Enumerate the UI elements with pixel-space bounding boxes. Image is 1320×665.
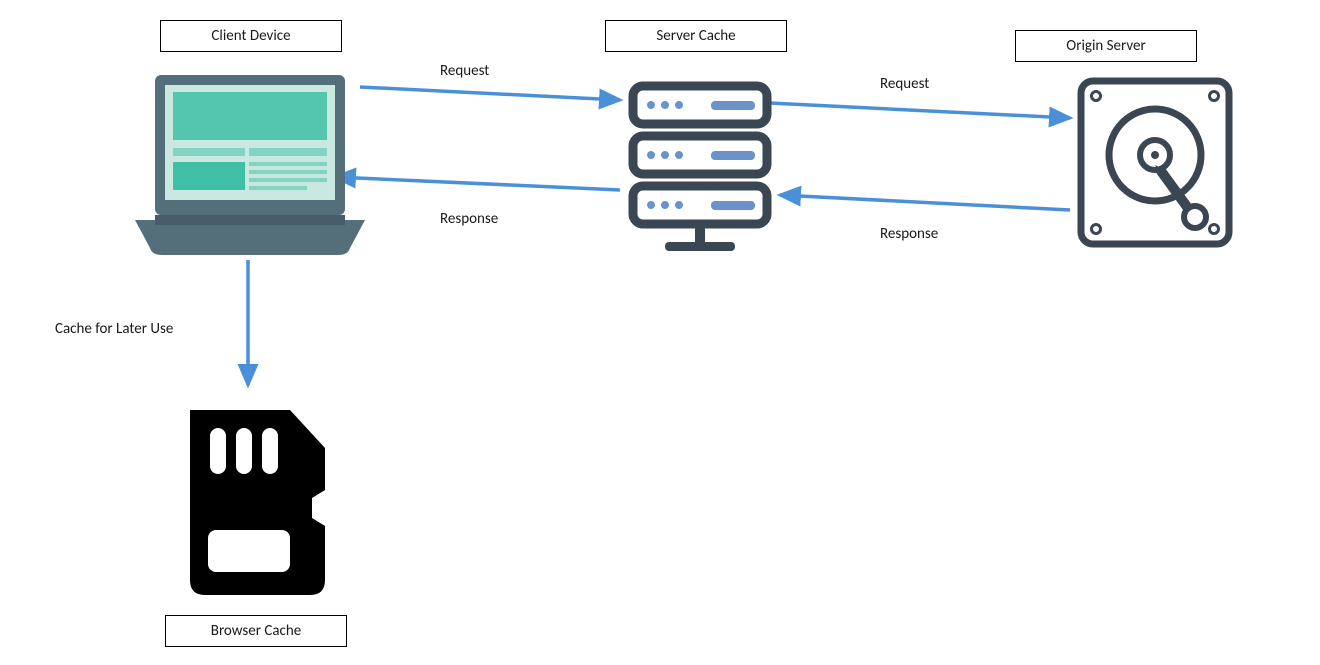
request-label-2: Request bbox=[880, 75, 929, 93]
client-device-icon bbox=[130, 70, 370, 265]
origin-server-label: Origin Server bbox=[1066, 37, 1145, 55]
client-device-label: Client Device bbox=[211, 27, 290, 45]
server-cache-label: Server Cache bbox=[656, 27, 735, 45]
origin-server-label-box: Origin Server bbox=[1015, 30, 1197, 62]
cache-later-label: Cache for Later Use bbox=[55, 320, 173, 338]
server-cache-icon bbox=[625, 80, 775, 265]
browser-cache-label-box: Browser Cache bbox=[165, 615, 347, 647]
browser-cache-label: Browser Cache bbox=[211, 622, 301, 640]
arrow-servercache-to-client bbox=[335, 177, 620, 190]
server-cache-label-box: Server Cache bbox=[605, 20, 787, 52]
arrow-origin-to-servercache bbox=[780, 195, 1070, 210]
origin-server-icon bbox=[1075, 75, 1235, 255]
arrow-client-to-servercache bbox=[360, 87, 620, 100]
response-label-1: Response bbox=[440, 210, 498, 228]
request-label-1: Request bbox=[440, 62, 489, 80]
client-device-label-box: Client Device bbox=[160, 20, 342, 52]
arrow-servercache-to-origin bbox=[770, 103, 1070, 118]
browser-cache-icon bbox=[170, 400, 340, 605]
response-label-2: Response bbox=[880, 225, 938, 243]
